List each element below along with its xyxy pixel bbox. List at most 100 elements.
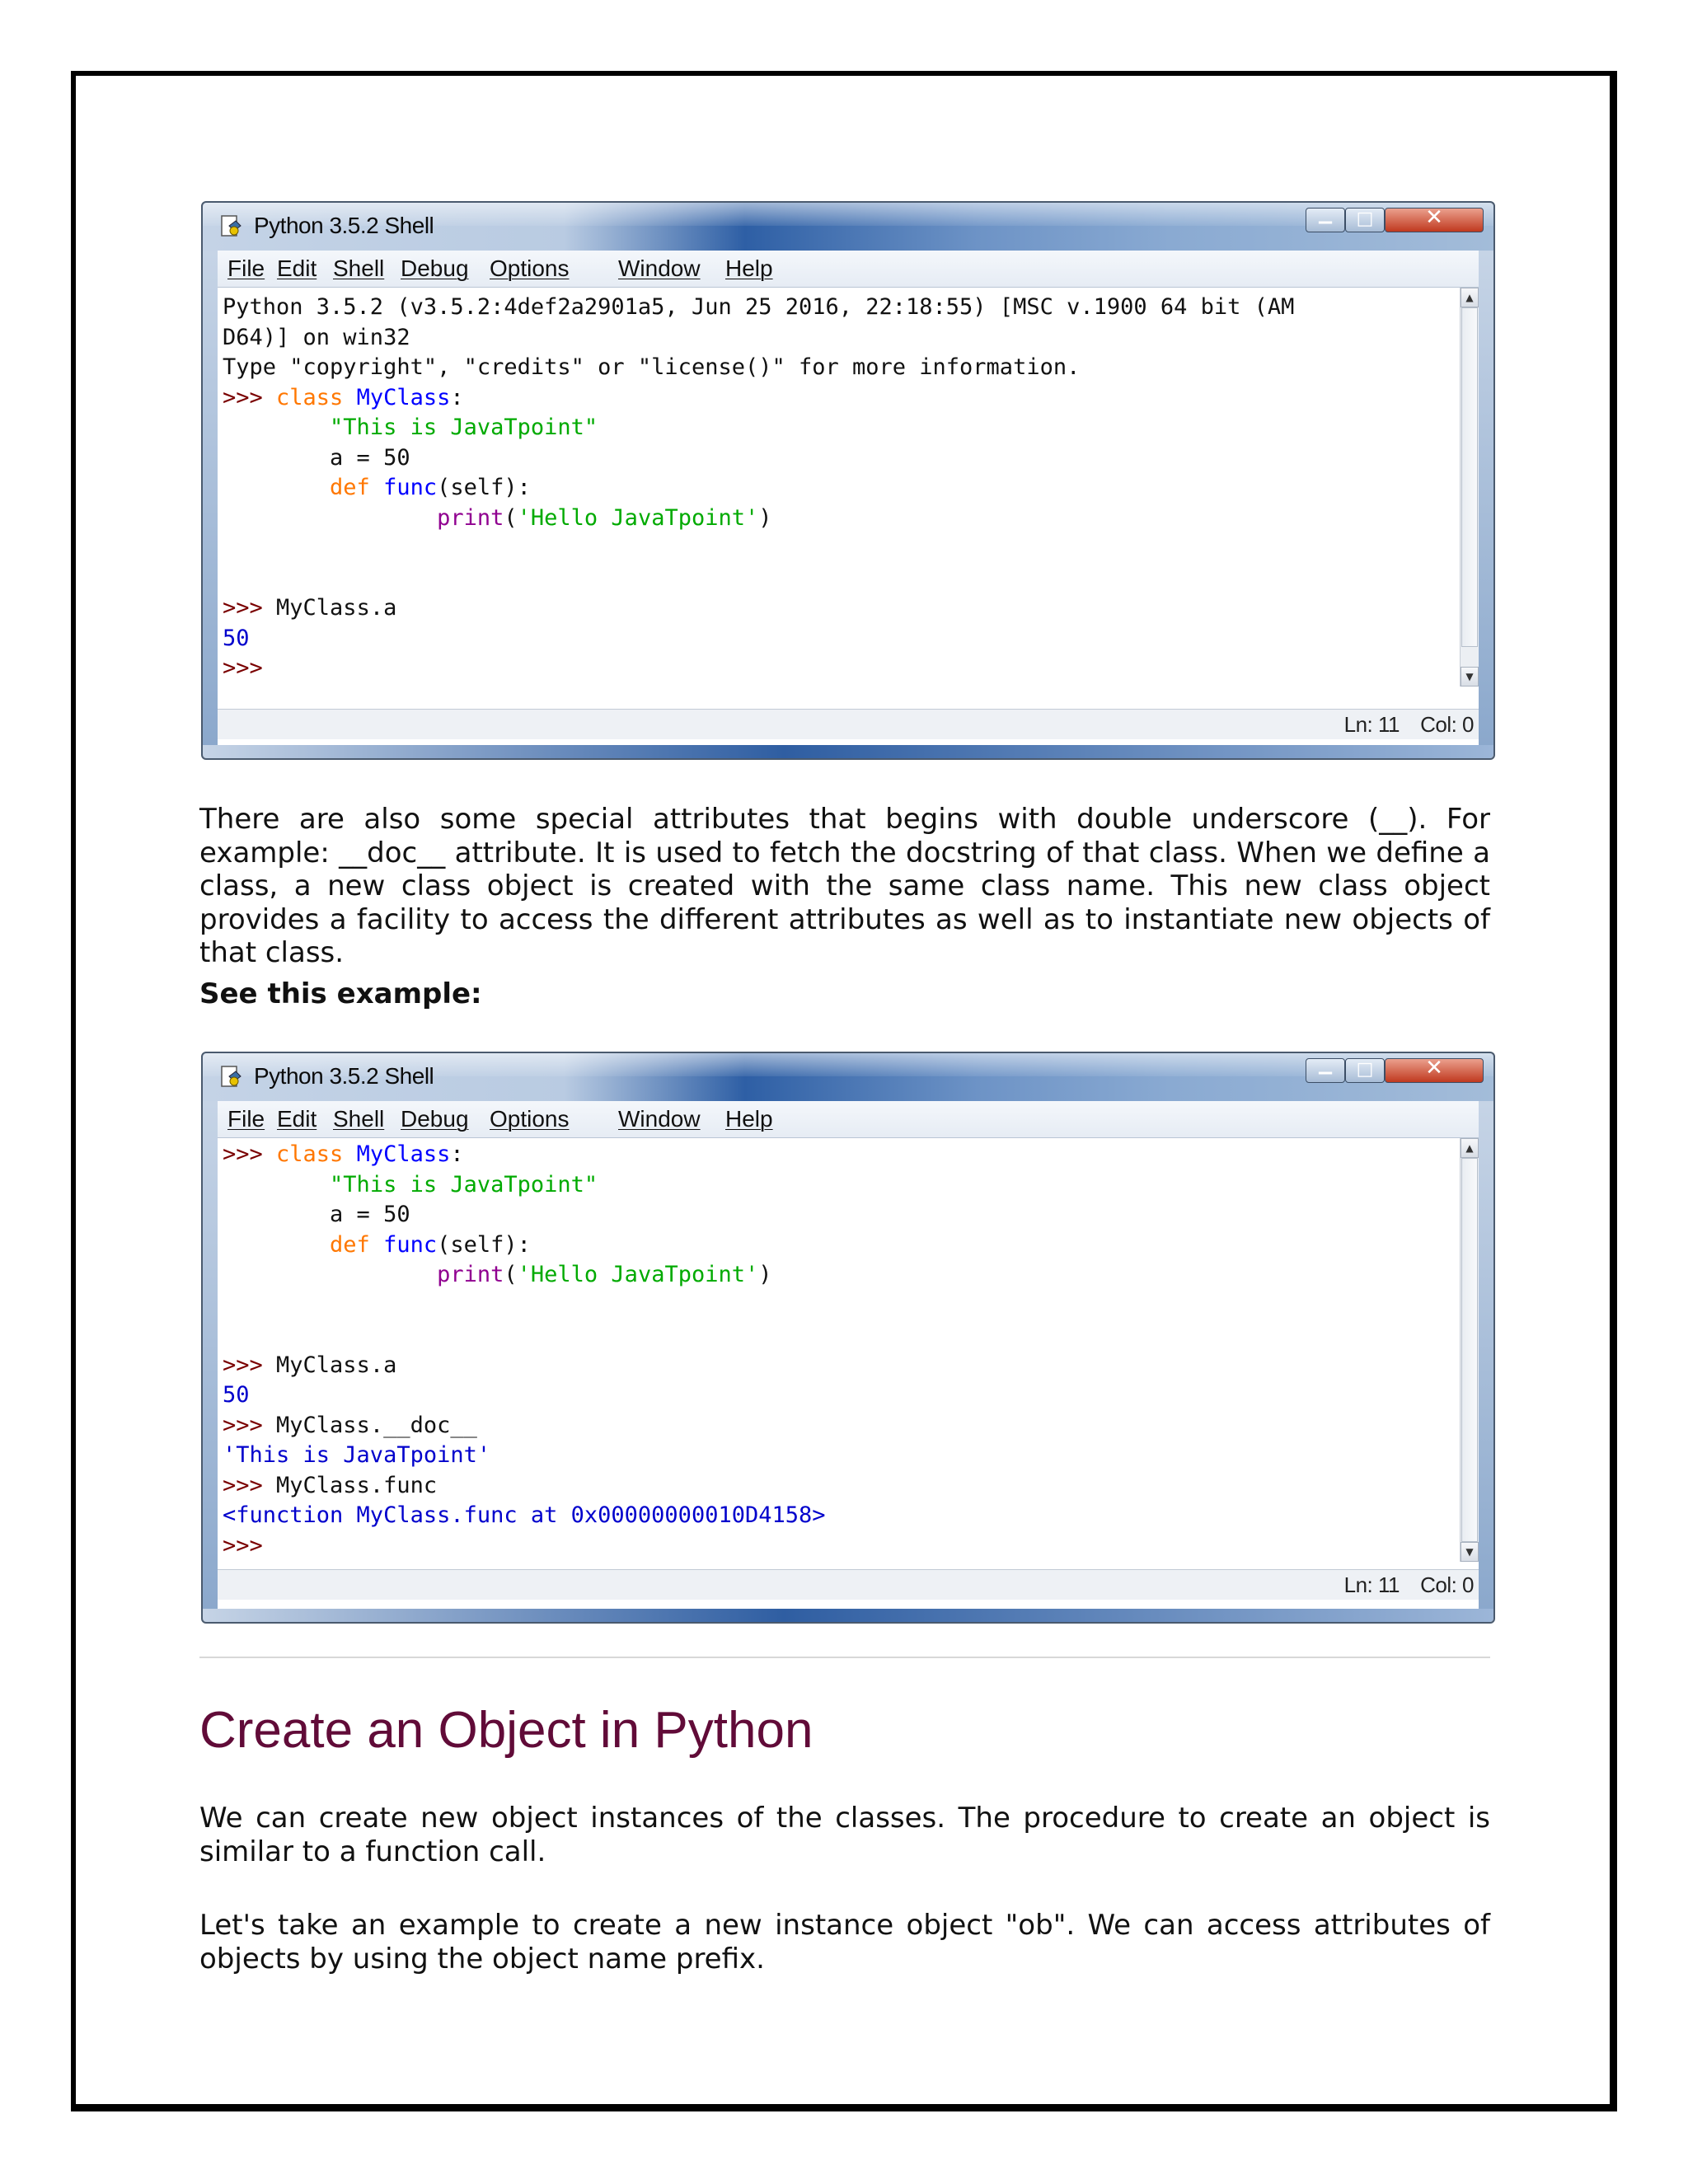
minimize-button[interactable]: − [1306, 208, 1345, 235]
function-name: func [369, 1231, 438, 1258]
paren: ( [504, 504, 518, 531]
python-idle-icon [221, 1066, 241, 1087]
assignment: a = 50 [330, 1202, 410, 1227]
status-line: Ln: 11 [1343, 1572, 1400, 1597]
section-divider [199, 1657, 1490, 1658]
close-icon: ✕ [1425, 1056, 1443, 1080]
command-func: MyClass.func [276, 1472, 438, 1498]
menu-window[interactable]: Window [618, 255, 701, 282]
idle-shell-window-2: Python 3.5.2 Shell − □ ✕ File Edit Shell… [201, 1052, 1495, 1624]
prompt: >>> [223, 1412, 277, 1438]
class-name: MyClass [343, 1141, 451, 1167]
final-prompt: >>> [223, 655, 263, 681]
command-doc: MyClass.__doc__ [276, 1412, 477, 1438]
scroll-thumb[interactable] [1461, 1158, 1478, 1542]
shell-output-area[interactable]: >>> class MyClass: "This is JavaTpoint" … [218, 1138, 1461, 1562]
menu-debug[interactable]: Debug [401, 255, 469, 282]
menu-debug[interactable]: Debug [401, 1106, 469, 1132]
menu-shell[interactable]: Shell [333, 255, 384, 282]
maximize-icon: □ [1356, 1059, 1374, 1080]
maximize-button[interactable]: □ [1345, 208, 1385, 232]
menu-shell[interactable]: Shell [333, 1106, 384, 1132]
close-button[interactable]: ✕ [1385, 1056, 1484, 1083]
window-frame-bottom [203, 745, 1493, 758]
menu-window[interactable]: Window [618, 1106, 701, 1132]
prompt: >>> [223, 1352, 277, 1378]
status-col: Col: 0 [1420, 712, 1474, 737]
banner-line-1: Python 3.5.2 (v3.5.2:4def2a2901a5, Jun 2… [223, 294, 1295, 320]
vertical-scrollbar[interactable]: ▲ ▼ [1460, 1138, 1479, 1562]
scroll-down-icon[interactable]: ▼ [1461, 667, 1479, 687]
menu-file[interactable]: File [227, 255, 265, 282]
prompt: >>> [223, 1141, 277, 1167]
close-icon: ✕ [1425, 205, 1443, 230]
menu-bar: File Edit Shell Debug Options Window Hel… [218, 1101, 1479, 1138]
minimize-icon: − [1316, 1061, 1334, 1085]
class-name: MyClass [343, 384, 451, 410]
see-example-label: See this example: [199, 977, 482, 1010]
command: MyClass.a [276, 595, 397, 621]
close-button[interactable]: ✕ [1385, 205, 1484, 232]
window-title: Python 3.5.2 Shell [254, 1063, 434, 1089]
minimize-icon: − [1316, 210, 1334, 235]
function-name: func [369, 475, 438, 500]
status-bar: Ln: 11 Col: 0 [218, 709, 1479, 739]
scroll-thumb[interactable] [1461, 307, 1478, 647]
output-func: <function MyClass.func at 0x00000000010D… [223, 1502, 826, 1528]
paragraph-special-attributes: There are also some special attributes t… [199, 803, 1490, 969]
menu-options[interactable]: Options [490, 1106, 570, 1132]
params: (self): [437, 475, 531, 500]
menu-edit[interactable]: Edit [277, 255, 316, 282]
menu-help[interactable]: Help [725, 255, 773, 282]
keyword-def: def [330, 475, 370, 500]
paren: ( [504, 1262, 518, 1287]
title-bar[interactable]: Python 3.5.2 Shell − □ ✕ [203, 1053, 1493, 1101]
params: (self): [437, 1231, 531, 1258]
vertical-scrollbar[interactable]: ▲ ▼ [1460, 288, 1479, 687]
menu-edit[interactable]: Edit [277, 1106, 316, 1132]
python-idle-icon [221, 215, 241, 237]
paragraph-create-object: We can create new object instances of th… [199, 1802, 1490, 1868]
assignment: a = 50 [330, 444, 410, 471]
scroll-up-icon[interactable]: ▲ [1461, 1138, 1479, 1158]
keyword-class: class [276, 384, 344, 410]
builtin-print: print [437, 504, 504, 531]
scroll-up-icon[interactable]: ▲ [1461, 288, 1479, 307]
prompt: >>> [223, 1472, 277, 1498]
menu-options[interactable]: Options [490, 255, 570, 282]
minimize-button[interactable]: − [1306, 1058, 1345, 1085]
window-frame-left [203, 1101, 218, 1609]
final-prompt: >>> [223, 1532, 263, 1558]
menu-bar: File Edit Shell Debug Options Window Hel… [218, 251, 1479, 288]
keyword-def: def [330, 1231, 370, 1258]
banner-line-2: D64)] on win32 [223, 324, 410, 350]
output-doc: 'This is JavaTpoint' [223, 1442, 491, 1468]
prompt: >>> [223, 384, 277, 410]
colon: : [450, 384, 464, 410]
maximize-button[interactable]: □ [1345, 1058, 1385, 1083]
menu-file[interactable]: File [227, 1106, 265, 1132]
shell-output-area[interactable]: Python 3.5.2 (v3.5.2:4def2a2901a5, Jun 2… [218, 288, 1461, 687]
builtin-print: print [437, 1262, 504, 1287]
window-title: Python 3.5.2 Shell [254, 213, 434, 238]
command: MyClass.a [276, 1352, 397, 1378]
idle-shell-window-1: Python 3.5.2 Shell − □ ✕ File Edit Shell… [201, 201, 1495, 760]
scroll-down-icon[interactable]: ▼ [1461, 1542, 1479, 1562]
section-heading: Create an Object in Python [199, 1702, 814, 1759]
menu-help[interactable]: Help [725, 1106, 773, 1132]
window-frame-right [1479, 251, 1493, 745]
paren: ) [758, 1262, 772, 1287]
colon: : [450, 1141, 464, 1167]
docstring: "This is JavaTpoint" [330, 415, 598, 440]
output: 50 [223, 1382, 250, 1408]
maximize-icon: □ [1356, 209, 1374, 229]
title-bar[interactable]: Python 3.5.2 Shell − □ ✕ [203, 203, 1493, 251]
prompt: >>> [223, 595, 277, 621]
